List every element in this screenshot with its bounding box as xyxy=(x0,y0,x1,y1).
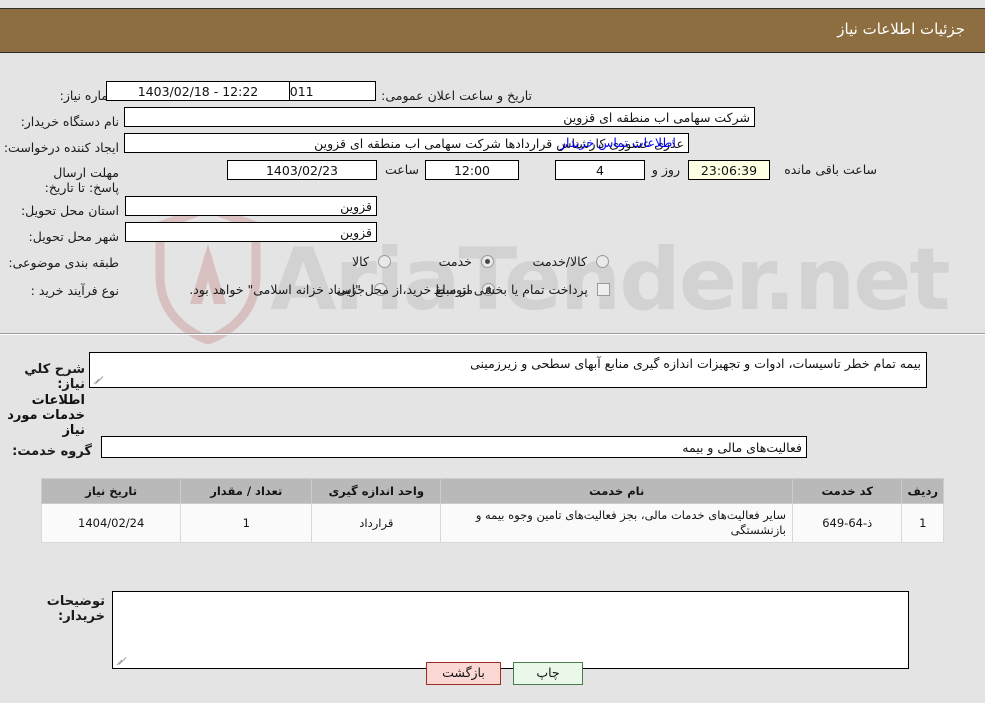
delivery-city-value: قزوین xyxy=(125,222,377,242)
cell-unit: قرارداد xyxy=(311,503,442,543)
table-header-row: ردیف کد خدمت نام خدمت واحد اندازه گیری ت… xyxy=(40,478,944,504)
announce-datetime-label: تاریخ و ساعت اعلان عمومی: xyxy=(381,88,532,103)
print-button[interactable]: چاپ xyxy=(513,662,583,685)
buyer-notes-label: توضیحات خریدار: xyxy=(46,594,105,624)
column-header-need-date: تاریخ نیاز xyxy=(40,478,182,504)
radio-khedmat-icon[interactable] xyxy=(481,255,494,268)
announce-datetime-value: 12:22 - 1403/02/18 xyxy=(106,81,290,101)
column-header-row-no: ردیف xyxy=(901,478,944,504)
deadline-hour-value: 12:00 xyxy=(425,160,519,180)
radio-kala-khedmat-icon[interactable] xyxy=(596,255,609,268)
category-radio-kala-khedmat[interactable]: کالا/خدمت xyxy=(529,251,609,270)
deadline-date-value: 1403/02/23 xyxy=(227,160,377,180)
back-button[interactable]: بازگشت xyxy=(426,662,501,685)
delivery-city-label: شهر محل تحویل: xyxy=(28,229,119,244)
column-header-service-name: نام خدمت xyxy=(440,478,793,504)
resize-grip-icon[interactable] xyxy=(92,374,104,386)
page-root: AriaTender.net جزئیات اطلاعات نیاز شماره… xyxy=(0,0,985,703)
column-header-service-code: کد خدمت xyxy=(791,478,903,504)
purchase-process-label: نوع فرآیند خرید : xyxy=(30,283,119,298)
general-description-textarea[interactable]: بیمه تمام خطر تاسیسات، ادوات و تجهیزات ا… xyxy=(89,352,927,388)
cell-quantity: 1 xyxy=(180,503,313,543)
services-table: ردیف کد خدمت نام خدمت واحد اندازه گیری ت… xyxy=(40,478,944,543)
buyer-contact-link[interactable]: اطلاعات تماس خریدار xyxy=(560,133,676,153)
general-description-value: بیمه تمام خطر تاسیسات، ادوات و تجهیزات ا… xyxy=(470,356,921,371)
table-row: 1 ذ-64-649 سایر فعالیت‌های خدمات مالی، ب… xyxy=(40,503,944,543)
remaining-days-value: 4 xyxy=(555,160,645,180)
category-option-label-0: کالا xyxy=(352,254,369,269)
treasury-bond-checkbox-icon[interactable] xyxy=(597,283,610,296)
remaining-days-label: روز و xyxy=(651,162,680,177)
cell-row-no: 1 xyxy=(901,503,944,543)
buyer-notes-textarea[interactable] xyxy=(112,591,909,669)
buyer-notes-value xyxy=(113,592,908,595)
cell-need-date: 1404/02/24 xyxy=(40,503,182,543)
column-header-unit: واحد اندازه گیری xyxy=(311,478,442,504)
cell-service-name: سایر فعالیت‌های خدمات مالی، بجز فعالیت‌ه… xyxy=(440,503,793,543)
form-section-divider xyxy=(0,333,985,335)
radio-kala-icon[interactable] xyxy=(378,255,391,268)
countdown-label: ساعت باقی مانده xyxy=(784,162,877,177)
deadline-hour-label: ساعت xyxy=(384,162,419,177)
services-section-heading: اطلاعات خدمات مورد نیاز xyxy=(7,393,85,438)
buyer-org-label: نام دستگاه خریدار: xyxy=(20,114,119,129)
service-group-value: فعالیت‌های مالی و بیمه xyxy=(101,436,807,458)
category-option-label-1: خدمت xyxy=(438,254,472,269)
treasury-bond-label: پرداخت تمام یا بخشی از مبلغ خرید،از محل … xyxy=(189,282,588,297)
column-header-quantity: تعداد / مقدار xyxy=(180,478,313,504)
page-title: جزئیات اطلاعات نیاز xyxy=(837,20,965,38)
response-deadline-label: مهلت ارسال پاسخ: تا تاریخ: xyxy=(44,165,119,195)
service-group-label: گروه خدمت: xyxy=(12,444,92,459)
buyer-org-value: شرکت سهامی اب منطقه ای قزوین xyxy=(124,107,755,127)
subject-category-label: طبقه بندی موضوعی: xyxy=(8,255,119,270)
delivery-province-label: استان محل تحویل: xyxy=(20,203,119,218)
request-creator-label: ایجاد کننده درخواست: xyxy=(3,140,119,155)
category-option-label-2: کالا/خدمت xyxy=(532,254,587,269)
countdown-timer-value: 23:06:39 xyxy=(688,160,770,180)
delivery-province-value: قزوین xyxy=(125,196,377,216)
general-description-label: شرح کلي نیاز: xyxy=(24,362,85,392)
category-radio-khedmat[interactable]: خدمت xyxy=(435,251,494,270)
category-radio-kala[interactable]: کالا xyxy=(348,251,391,270)
page-header-bar: جزئیات اطلاعات نیاز xyxy=(0,8,985,53)
notes-resize-grip-icon[interactable] xyxy=(115,655,127,667)
treasury-bond-checkbox-group[interactable]: پرداخت تمام یا بخشی از مبلغ خرید،از محل … xyxy=(185,279,610,298)
cell-service-code: ذ-64-649 xyxy=(791,503,903,543)
